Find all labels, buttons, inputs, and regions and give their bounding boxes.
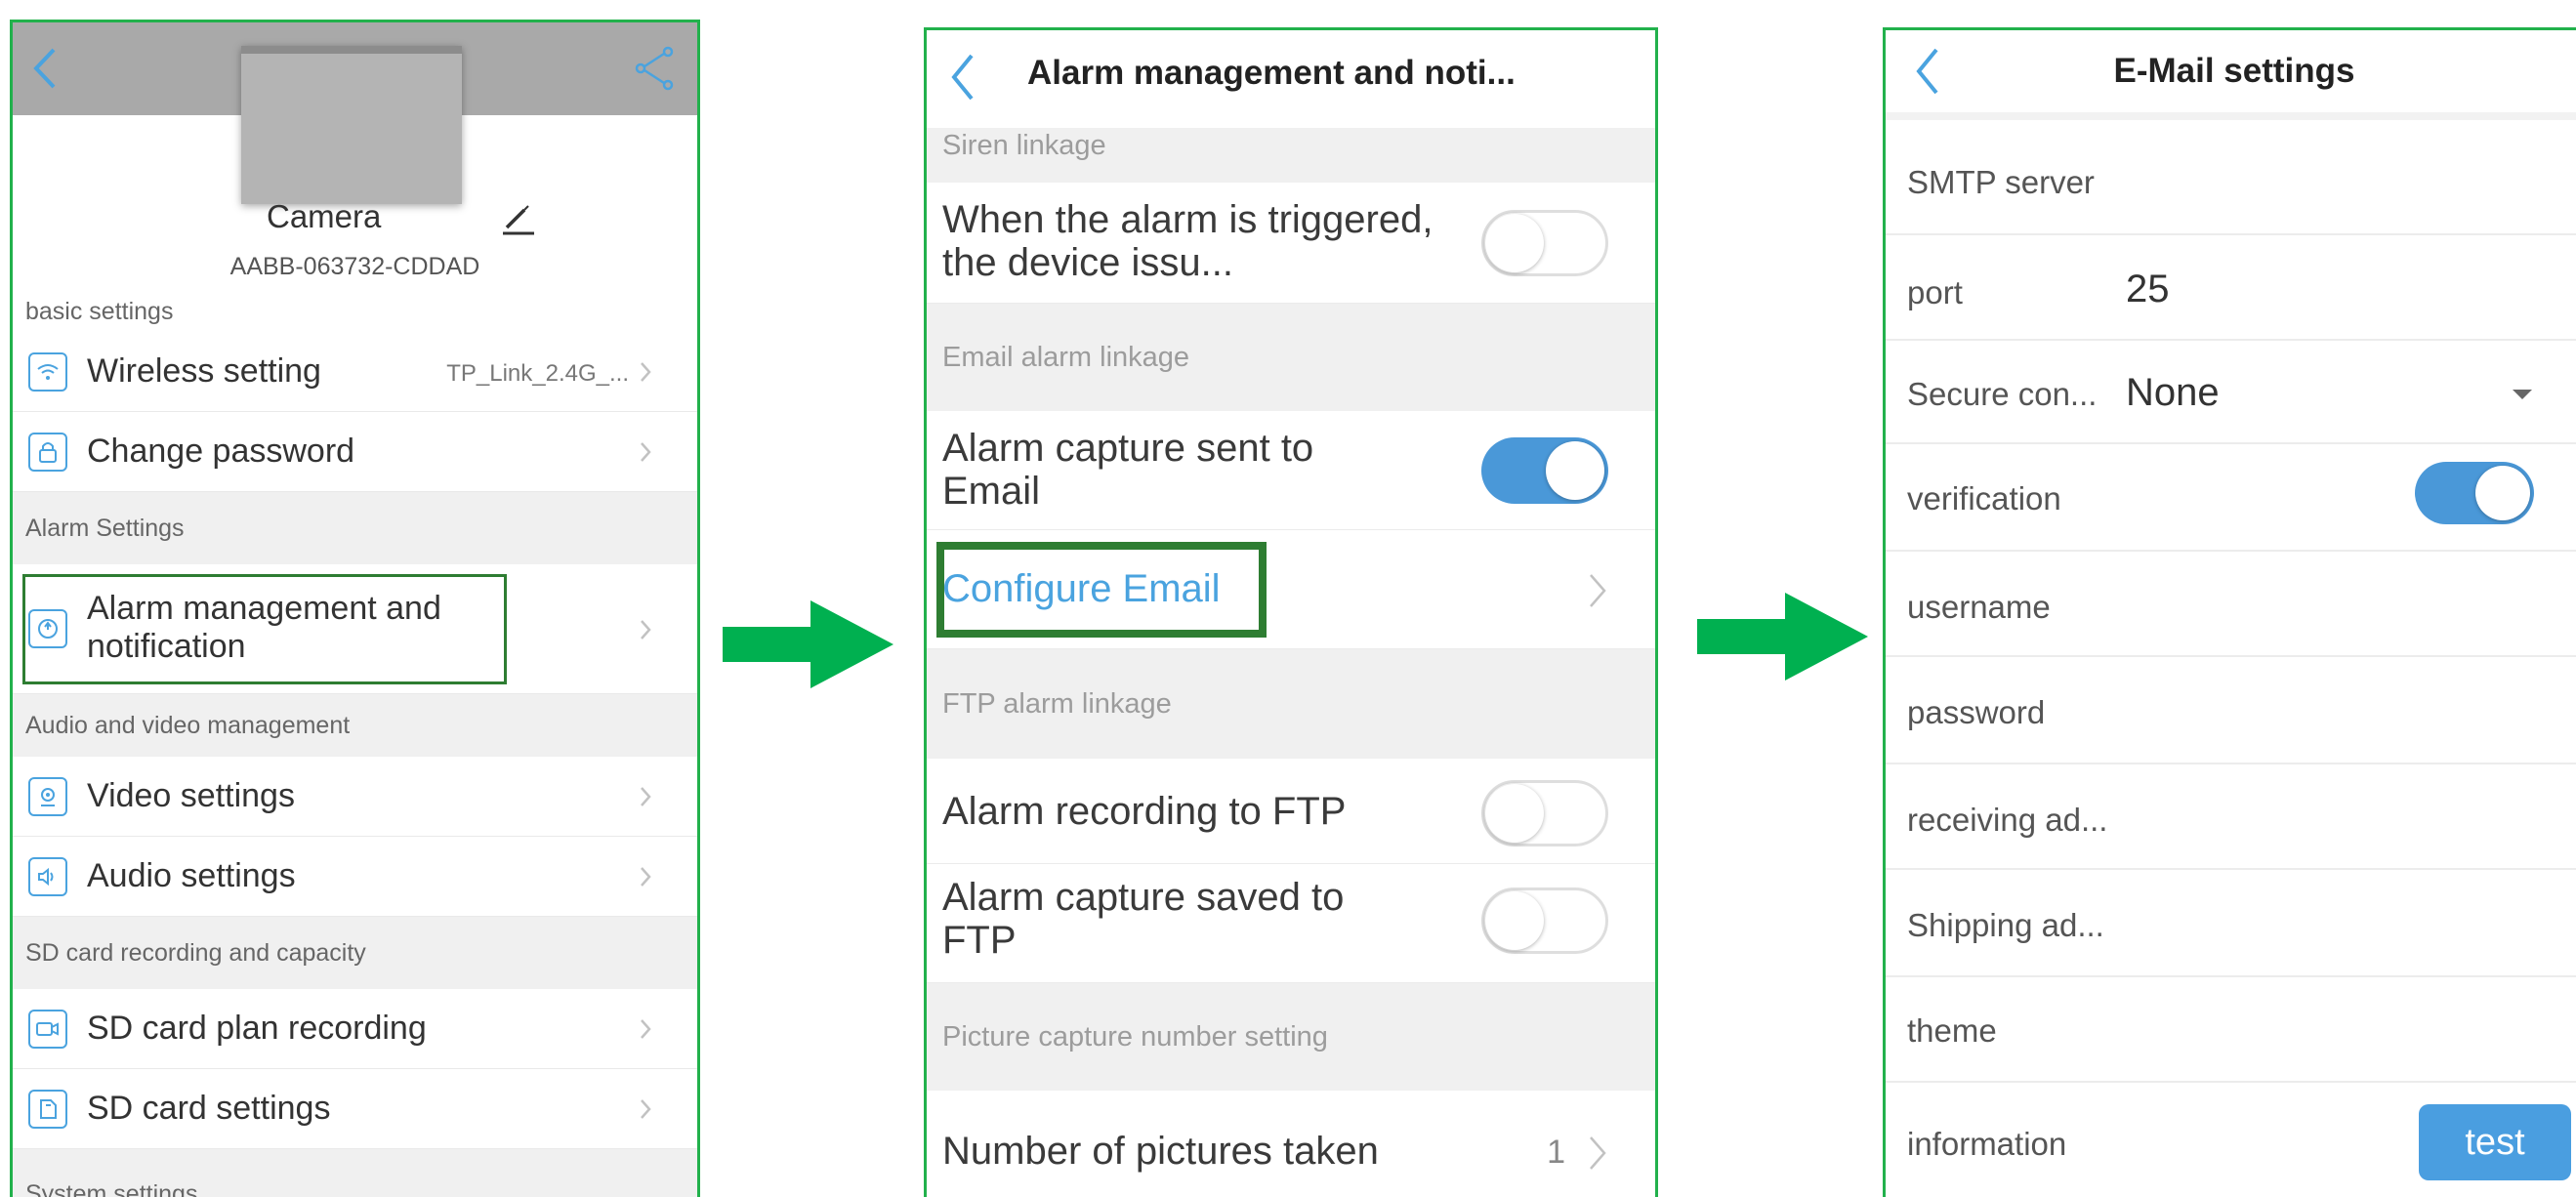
video-settings-label: Video settings bbox=[87, 777, 295, 814]
configure-email-link[interactable]: Configure Email bbox=[942, 567, 1221, 611]
row-receiving-address[interactable]: receiving ad... bbox=[1886, 764, 2576, 870]
page-title: E-Mail settings bbox=[2113, 52, 2355, 90]
row-ftp-capture: Alarm capture saved to FTP bbox=[927, 864, 1655, 983]
row-email-capture: Alarm capture sent to Email bbox=[927, 411, 1655, 530]
chevron-right-icon bbox=[641, 867, 651, 887]
secure-connection-select[interactable]: None bbox=[2126, 371, 2220, 415]
row-theme[interactable]: theme bbox=[1886, 977, 2576, 1083]
lock-icon bbox=[28, 433, 67, 472]
test-button[interactable]: test bbox=[2419, 1104, 2571, 1180]
device-settings-screen: Camera AABB-063732-CDDAD basic settings … bbox=[10, 20, 700, 1197]
row-information: information test bbox=[1886, 1083, 2576, 1197]
back-arrow-icon[interactable] bbox=[30, 44, 60, 93]
email-settings-screen: E-Mail settings SMTP server port 25 Secu… bbox=[1883, 27, 2576, 1197]
row-change-password[interactable]: Change password bbox=[13, 412, 697, 492]
sd-card-icon bbox=[28, 1090, 67, 1129]
chevron-right-icon bbox=[641, 1099, 651, 1119]
chevron-right-icon bbox=[641, 362, 651, 382]
device-name: Camera bbox=[267, 198, 382, 234]
chevron-right-icon bbox=[641, 442, 651, 462]
row-pictures-taken[interactable]: Number of pictures taken 1 bbox=[927, 1091, 1655, 1197]
group-audio-video: Audio and video management bbox=[13, 694, 697, 757]
verification-toggle[interactable] bbox=[2415, 462, 2534, 524]
group-alarm-settings: Alarm Settings bbox=[13, 492, 697, 564]
verification-label: verification bbox=[1907, 480, 2061, 516]
row-sd-plan-recording[interactable]: SD card plan recording bbox=[13, 989, 697, 1069]
title-bar: Alarm management and noti... bbox=[927, 30, 1655, 128]
row-verification: verification bbox=[1886, 444, 2576, 552]
flow-arrow-right-icon bbox=[1697, 593, 1868, 681]
alarm-management-label: Alarm management and notification bbox=[87, 590, 441, 665]
smtp-server-label: SMTP server bbox=[1907, 164, 2095, 200]
share-icon[interactable] bbox=[633, 44, 676, 93]
row-sd-card-settings[interactable]: SD card settings bbox=[13, 1069, 697, 1149]
row-secure-connection[interactable]: Secure con... None bbox=[1886, 341, 2576, 444]
wireless-label: Wireless setting bbox=[87, 352, 321, 390]
row-ftp-recording: Alarm recording to FTP bbox=[927, 759, 1655, 864]
row-audio-settings[interactable]: Audio settings bbox=[13, 837, 697, 917]
row-smtp-server[interactable]: SMTP server bbox=[1886, 128, 2576, 235]
email-capture-toggle[interactable] bbox=[1481, 437, 1608, 504]
email-capture-label: Alarm capture sent to Email bbox=[942, 427, 1314, 513]
information-label: information bbox=[1907, 1126, 2067, 1162]
row-video-settings[interactable]: Video settings bbox=[13, 757, 697, 837]
back-arrow-icon[interactable] bbox=[948, 50, 977, 104]
row-alarm-management[interactable]: Alarm management and notification bbox=[13, 564, 697, 694]
record-icon bbox=[28, 1010, 67, 1049]
row-shipping-address[interactable]: Shipping ad... bbox=[1886, 870, 2576, 977]
chevron-right-icon bbox=[641, 787, 651, 806]
row-configure-email[interactable]: Configure Email bbox=[927, 530, 1655, 649]
wireless-ssid-value: TP_Link_2.4G_... bbox=[446, 360, 629, 387]
sd-plan-recording-label: SD card plan recording bbox=[87, 1010, 427, 1047]
alarm-management-screen: Alarm management and noti... Siren linka… bbox=[924, 27, 1658, 1197]
alarm-icon bbox=[28, 609, 67, 648]
group-email-alarm: Email alarm linkage bbox=[927, 304, 1655, 411]
row-port[interactable]: port 25 bbox=[1886, 235, 2576, 341]
group-basic-settings: basic settings bbox=[13, 291, 697, 332]
row-username[interactable]: username bbox=[1886, 552, 2576, 657]
sd-card-settings-label: SD card settings bbox=[87, 1090, 331, 1127]
title-bar: E-Mail settings bbox=[1886, 30, 2576, 120]
shipping-address-label: Shipping ad... bbox=[1907, 907, 2104, 943]
chevron-right-icon bbox=[641, 1019, 651, 1039]
wifi-icon bbox=[28, 352, 67, 392]
audio-settings-label: Audio settings bbox=[87, 857, 296, 894]
ftp-capture-toggle[interactable] bbox=[1481, 887, 1608, 954]
ftp-capture-label: Alarm capture saved to FTP bbox=[942, 876, 1345, 962]
password-label: password bbox=[1907, 694, 2046, 730]
port-input[interactable]: 25 bbox=[2126, 268, 2170, 311]
username-label: username bbox=[1907, 589, 2051, 625]
ftp-recording-label: Alarm recording to FTP bbox=[942, 790, 1347, 833]
pictures-taken-label: Number of pictures taken bbox=[942, 1130, 1379, 1173]
device-header: Camera AABB-063732-CDDAD bbox=[13, 22, 697, 311]
ftp-recording-toggle[interactable] bbox=[1481, 780, 1608, 846]
group-siren-linkage: Siren linkage bbox=[927, 128, 1655, 183]
flow-arrow-right-icon bbox=[723, 600, 893, 688]
receiving-address-label: receiving ad... bbox=[1907, 802, 2108, 838]
siren-trigger-label: When the alarm is triggered, the device … bbox=[942, 198, 1433, 284]
theme-label: theme bbox=[1907, 1012, 1997, 1049]
siren-toggle[interactable] bbox=[1481, 210, 1608, 276]
device-uid: AABB-063732-CDDAD bbox=[229, 253, 480, 280]
row-password[interactable]: password bbox=[1886, 657, 2576, 764]
change-password-label: Change password bbox=[87, 433, 355, 470]
group-sd-card: SD card recording and capacity bbox=[13, 917, 697, 989]
speaker-icon bbox=[28, 857, 67, 896]
row-siren-trigger: When the alarm is triggered, the device … bbox=[927, 183, 1655, 304]
chevron-right-icon bbox=[1590, 1136, 1606, 1170]
page-title: Alarm management and noti... bbox=[1027, 54, 1516, 92]
secure-connection-label: Secure con... bbox=[1907, 376, 2098, 412]
row-wireless-setting[interactable]: Wireless setting TP_Link_2.4G_... bbox=[13, 332, 697, 412]
chevron-right-icon bbox=[1590, 574, 1606, 607]
video-icon bbox=[28, 777, 67, 816]
edit-name-icon[interactable] bbox=[499, 198, 538, 237]
chevron-right-icon bbox=[641, 620, 651, 640]
group-system-settings: System settings bbox=[13, 1149, 697, 1197]
group-ftp-alarm: FTP alarm linkage bbox=[927, 649, 1655, 759]
dropdown-caret-icon[interactable] bbox=[2513, 390, 2532, 399]
group-picture-capture: Picture capture number setting bbox=[927, 983, 1655, 1091]
camera-thumbnail[interactable] bbox=[241, 46, 462, 204]
pictures-taken-value: 1 bbox=[1547, 1134, 1565, 1171]
port-label: port bbox=[1907, 274, 1963, 310]
